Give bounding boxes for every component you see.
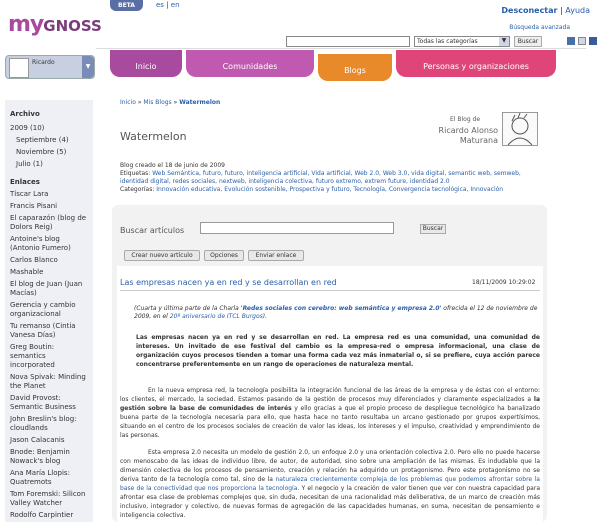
logo-subtext: GNOSS [43,17,102,35]
breadcrumb-separator: » [137,99,142,106]
top-links: Desconectar | Ayuda [501,6,590,15]
options-button[interactable]: Opciones [204,250,244,261]
blog-categories: Categorías: Innovación educativa, Evoluc… [120,186,540,194]
category-select[interactable]: Todas las categorías ▼ [414,36,510,47]
archive-item[interactable]: Julio (1) [10,158,88,170]
quote-text: ). [262,313,268,320]
sidebar-link[interactable]: Nova Spivak: Minding the Planet [10,373,88,391]
header-search-button[interactable]: Buscar [514,36,542,47]
tab-inicio[interactable]: Inicio [110,50,182,77]
breadcrumb-current: Watermelon [179,99,221,106]
charla-link[interactable]: 'Redes sociales con cerebro: web semánti… [241,305,442,312]
help-link[interactable]: Ayuda [565,6,590,15]
sidebar-link[interactable]: Tu remanso (Cintia Vanesa Días) [10,322,88,340]
user-menu[interactable]: Ricardo ▼ [5,55,95,79]
chevron-down-icon[interactable]: ▼ [82,56,94,78]
user-name: Ricardo [32,59,55,66]
blog-created: Blog creado el 18 de junio de 2009 [120,162,225,169]
sidebar-link[interactable]: El capa­razón (blog de Dolors Reig) [10,214,88,232]
blog-tags: Etiquetas: Web Semántica, futuro, futuro… [120,170,540,186]
breadcrumb-home[interactable]: Inicio [120,99,136,106]
breadcrumb-blogs[interactable]: Mis Blogs [143,99,171,106]
sidebar-link[interactable]: Carlos Blanco [10,256,88,265]
sidebar-link[interactable]: Gerencia y cambio organizacional [10,301,88,319]
breadcrumb-separator: » [173,99,178,106]
sidebar-link[interactable]: Jason Calacanis [10,436,88,445]
send-link-button[interactable]: Enviar enlace [248,250,304,261]
categories-label: Categorías: [120,186,155,193]
paragraph-text: En la nueva empresa red, la tecnología p… [120,387,540,403]
sidebar-link[interactable]: Greg Boutin: semantics incorporated [10,343,88,370]
article-search-label: Buscar artículos [120,226,185,235]
post-lead: Las empresas nacen ya en red y se desarr… [136,334,540,368]
tab-comunidades[interactable]: Comunidades [186,50,314,77]
blog-meta: Blog creado el 18 de junio de 2009 Etiqu… [120,162,540,194]
author-portrait [502,112,538,146]
itcl-link[interactable]: 20º aniversario de ITCL Burgos [170,313,263,320]
logo-text: my [8,12,44,37]
sidebar-link[interactable]: Tíscar Lara [10,190,88,199]
post-paragraph: En la nueva empresa red, la tecnología p… [120,386,540,440]
window-icon[interactable] [578,37,586,45]
article-search-button[interactable]: Buscar [420,224,446,234]
quote-text: (Cuarta y última parte de la Charla [134,305,241,312]
post-quote: (Cuarta y última parte de la Charla 'Red… [134,305,540,321]
beta-badge: BETA [110,0,143,11]
sidebar-link[interactable]: David Provost: Semantic Business [10,394,88,412]
tags-links[interactable]: Web Semántica, futuro, futuro, inteligen… [120,170,521,185]
tags-label: Etiquetas: [120,170,151,177]
links-title: Enlaces [10,178,40,186]
tab-personas[interactable]: Personas y organizaciones [396,50,556,77]
sidebar-link[interactable]: Antoine's blog (Antonio Fumero) [10,235,88,253]
sidebar-link[interactable]: Tom Foremski: Silicon Valley Watcher [10,490,88,508]
tab-blogs[interactable]: Blogs [318,54,392,81]
author-name[interactable]: Ricardo Alonso Maturana [438,126,498,146]
chevron-down-icon: ▼ [499,37,509,46]
blog-title: Watermelon [120,130,187,143]
article-search-input[interactable] [200,222,394,234]
post-title[interactable]: Las empresas nacen ya en red y se desarr… [120,278,337,287]
sidebar-link[interactable]: Ana María Llopis: Quatremots [10,469,88,487]
sidebar-link[interactable]: John Breslin's blog: cloudlands [10,415,88,433]
divider [120,290,540,291]
archive-list: 2009 (10) Septiembre (4) Noviembre (5) Juli… [10,122,88,170]
sidebar-link[interactable]: Francis Pisani [10,202,88,211]
lang-en-link[interactable]: en [171,1,180,9]
sidebar-link[interactable]: Mashable [10,268,88,277]
logout-link[interactable]: Desconectar [501,6,557,15]
sidebar-link[interactable]: Rodolfo Carpintier [10,511,88,520]
sidebar-link[interactable]: El blog de Juan (Juan Macías) [10,280,88,298]
lang-separator: | [166,1,169,9]
links-list: Tíscar Lara Francis Pisani El capa­razón (… [10,190,88,522]
header-search-input[interactable] [286,36,410,47]
create-article-button[interactable]: Crear nuevo artículo [124,250,200,261]
sidebar-link[interactable]: Bnode: Benjamin Nowack's blog [10,448,88,466]
grid-icon[interactable] [589,37,597,45]
archive-title: Archivo [10,110,40,118]
avatar [9,58,29,78]
archive-item[interactable]: 2009 (10) [10,122,88,134]
language-switch: es | en [156,1,180,9]
categories-links[interactable]: Innovación educativa, Evolución sostenib… [156,186,503,193]
sidebar: Archivo 2009 (10) Septiembre (4) Noviembre… [5,100,93,522]
advanced-search-link[interactable]: Búsqueda avanzada [509,24,570,31]
link-separator: | [560,6,563,15]
blog-of-label: El Blog de [450,116,481,123]
archive-item[interactable]: Noviembre (5) [10,146,88,158]
breadcrumb: Inicio » Mis Blogs » Watermelon [120,99,220,106]
mygnoss-logo[interactable]: myGNOSS [8,12,102,37]
share-icon[interactable] [567,37,575,45]
category-select-value: Todas las categorías [417,38,478,45]
lang-es-link[interactable]: es [156,1,164,9]
post-paragraph: Esta empresa 2.0 necesita un modelo de g… [120,448,540,520]
archive-item[interactable]: Septiembre (4) [10,134,88,146]
post-date: 18/11/2009 10:29:02 [472,279,536,286]
